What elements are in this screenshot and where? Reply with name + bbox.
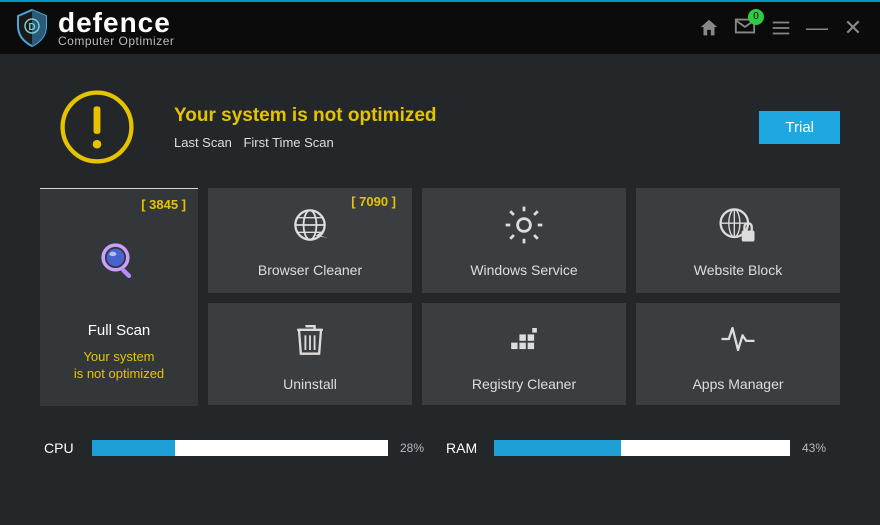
- trial-button[interactable]: Trial: [759, 111, 840, 144]
- registry-cleaner-label: Registry Cleaner: [472, 376, 576, 392]
- gear-icon: [502, 203, 546, 252]
- status-title: Your system is not optimized: [174, 105, 725, 127]
- uninstall-label: Uninstall: [283, 376, 337, 392]
- blocks-icon: [502, 317, 546, 366]
- browser-cleaner-label: Browser Cleaner: [258, 262, 362, 278]
- svg-text:D: D: [28, 22, 35, 33]
- windows-service-label: Windows Service: [470, 262, 577, 278]
- full-scan-badge: [ 3845 ]: [141, 197, 186, 212]
- tile-uninstall[interactable]: Uninstall: [208, 303, 412, 405]
- tile-registry-cleaner[interactable]: Registry Cleaner: [422, 303, 626, 405]
- cpu-pct: 28%: [400, 441, 434, 455]
- last-scan-label: Last Scan: [174, 135, 232, 150]
- pulse-icon: [716, 317, 760, 366]
- brand-name: defence: [58, 9, 174, 37]
- mail-button[interactable]: 0: [734, 15, 756, 42]
- full-scan-label: Full Scan: [88, 322, 151, 339]
- tile-website-block[interactable]: Website Block: [636, 188, 840, 293]
- cpu-label: CPU: [44, 440, 80, 456]
- ram-label: RAM: [446, 440, 482, 456]
- last-scan-value: First Time Scan: [243, 135, 333, 150]
- shield-logo-icon: D: [12, 8, 52, 48]
- menu-icon[interactable]: [770, 17, 792, 39]
- globe-icon: [288, 203, 332, 252]
- ram-pct: 43%: [802, 441, 836, 455]
- tile-full-scan[interactable]: [ 3845 ] Full Scan Your system is not op…: [40, 188, 198, 406]
- close-button[interactable]: ✕: [842, 17, 864, 39]
- tile-windows-service[interactable]: Windows Service: [422, 188, 626, 293]
- cpu-bar: [92, 440, 388, 456]
- window-controls: 0 — ✕: [698, 15, 864, 42]
- warning-icon: [54, 84, 140, 170]
- mail-badge: 0: [748, 9, 764, 25]
- browser-cleaner-badge: [ 7090 ]: [351, 194, 396, 209]
- brand-subtitle: Computer Optimizer: [58, 35, 174, 47]
- globe-lock-icon: [716, 203, 760, 252]
- apps-manager-label: Apps Manager: [692, 376, 783, 392]
- magnifier-icon: [97, 216, 141, 306]
- tile-browser-cleaner[interactable]: [ 7090 ] Browser Cleaner: [208, 188, 412, 293]
- minimize-button[interactable]: —: [806, 17, 828, 39]
- ram-bar: [494, 440, 790, 456]
- trash-icon: [288, 317, 332, 366]
- tiles-grid: [ 3845 ] Full Scan Your system is not op…: [40, 188, 840, 406]
- last-scan-line: Last Scan First Time Scan: [174, 135, 725, 150]
- website-block-label: Website Block: [694, 262, 782, 278]
- home-icon[interactable]: [698, 17, 720, 39]
- meters-row: CPU 28% RAM 43%: [40, 440, 840, 456]
- full-scan-status: Your system is not optimized: [74, 349, 164, 383]
- status-row: Your system is not optimized Last Scan F…: [54, 84, 840, 170]
- brand: D defence Computer Optimizer: [12, 8, 174, 48]
- main-content: Your system is not optimized Last Scan F…: [0, 54, 880, 456]
- titlebar: D defence Computer Optimizer 0 — ✕: [0, 2, 880, 54]
- tile-apps-manager[interactable]: Apps Manager: [636, 303, 840, 405]
